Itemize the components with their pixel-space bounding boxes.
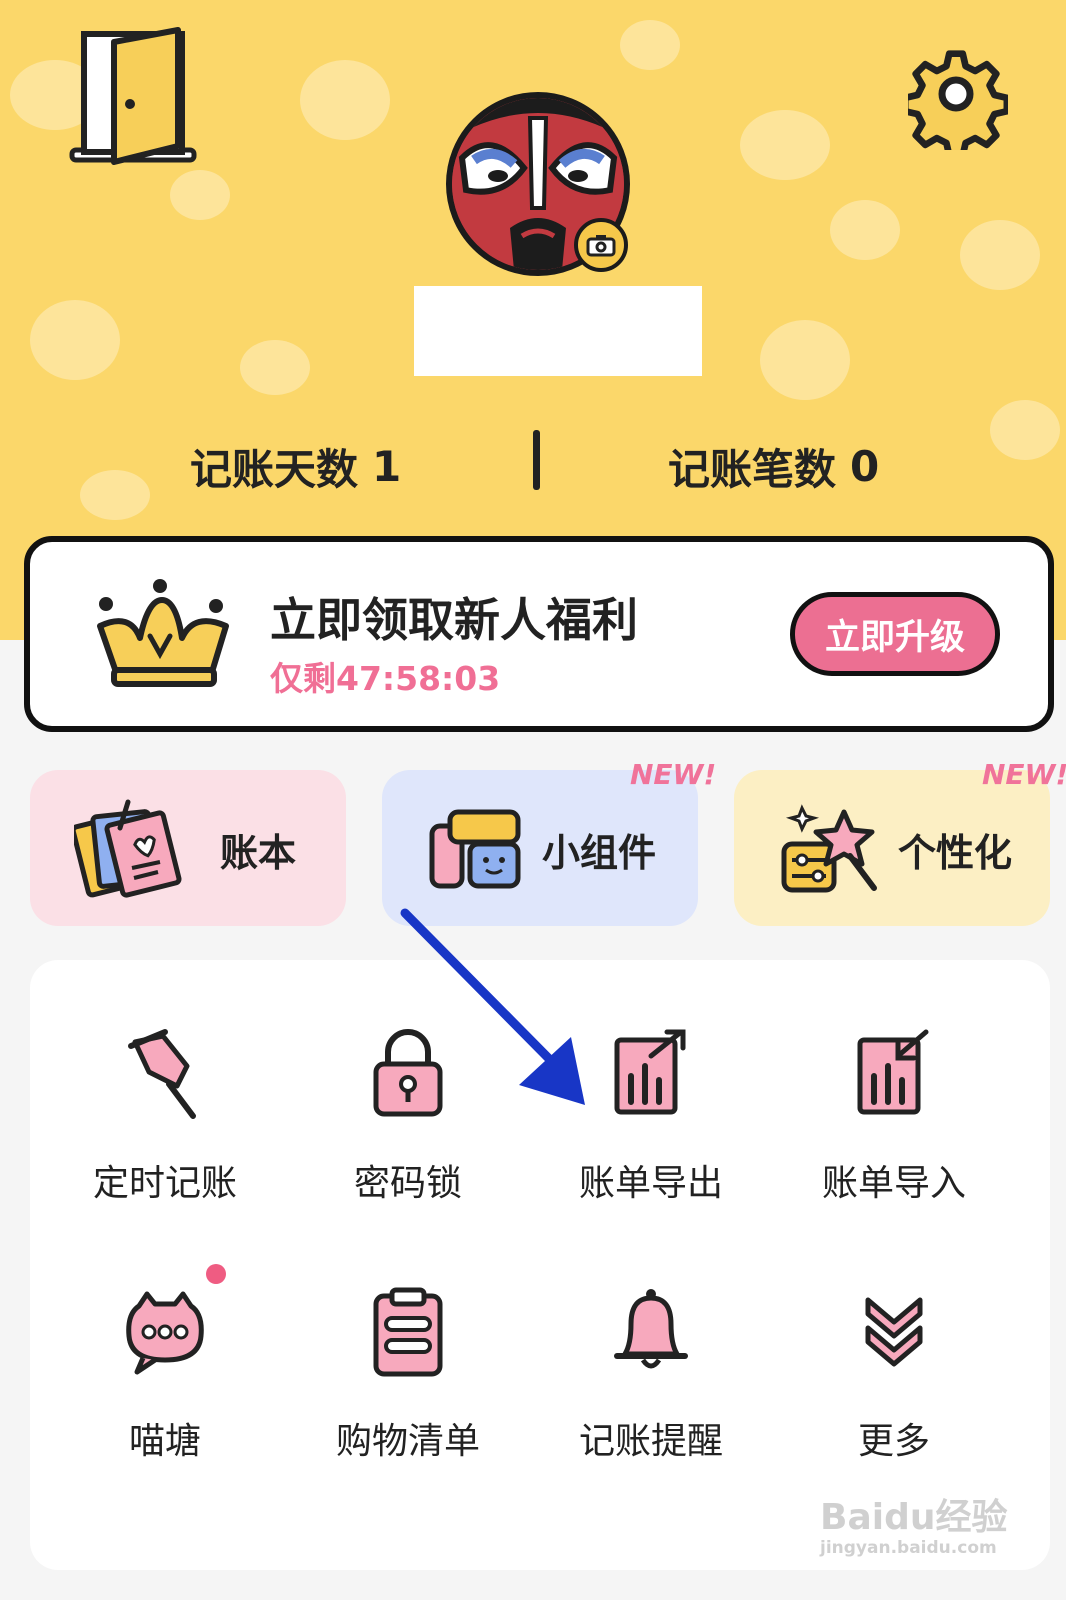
grid-item-import-bills[interactable]: 账单导入 — [769, 1026, 1019, 1246]
grid-item-shopping-list[interactable]: 购物清单 — [283, 1284, 533, 1504]
paw-decoration — [300, 60, 390, 140]
paw-decoration — [990, 400, 1060, 460]
grid-label: 喵塘 — [128, 1421, 201, 1462]
door-icon — [69, 27, 197, 165]
stat-divider — [533, 430, 540, 490]
camera-icon — [586, 235, 616, 257]
username-field — [414, 286, 702, 376]
new-badge: NEW! — [630, 758, 717, 791]
settings-button[interactable] — [901, 50, 1011, 159]
stat-record-count: 记账笔数 0 — [668, 436, 879, 497]
paw-decoration — [760, 320, 850, 400]
grid-item-record-reminder[interactable]: 记账提醒 — [526, 1284, 776, 1504]
export-chart-icon — [614, 1029, 686, 1115]
notification-dot — [206, 1264, 226, 1284]
paw-decoration — [620, 20, 680, 70]
watermark-url: jingyan.baidu.com — [820, 1538, 997, 1558]
paw-decoration — [830, 200, 900, 260]
new-badge: NEW! — [982, 758, 1066, 791]
feature-personalize[interactable]: 个性化 — [734, 770, 1050, 926]
grid-item-more[interactable]: 更多 — [769, 1284, 1019, 1504]
pushpin-icon — [128, 1029, 196, 1119]
feature-widget[interactable]: 小组件 — [382, 770, 698, 926]
paw-decoration — [170, 170, 230, 220]
padlock-icon — [373, 1029, 443, 1117]
grid-item-cat-pond[interactable]: 喵塘 — [40, 1284, 290, 1504]
grid-label: 账单导出 — [578, 1163, 723, 1204]
grid-label: 更多 — [857, 1421, 930, 1462]
baidu-watermark: Baidu经验 jingyan.baidu.com — [820, 1488, 1030, 1568]
stat-record-days: 记账天数 1 — [190, 436, 401, 497]
ledger-book-icon — [74, 799, 182, 898]
grid-item-password-lock[interactable]: 密码锁 — [283, 1026, 533, 1246]
paw-decoration — [240, 340, 310, 395]
stat-count-label: 记账笔数 — [668, 445, 837, 494]
personalize-star-icon — [781, 804, 877, 893]
feature-ledger[interactable]: 账本 — [30, 770, 346, 926]
grid-label: 账单导入 — [821, 1163, 966, 1204]
widget-icon — [429, 809, 521, 889]
grid-label: 购物清单 — [335, 1421, 480, 1462]
watermark-logo: Baidu经验 — [820, 1497, 1008, 1538]
grid-item-scheduled-record[interactable]: 定时记账 — [40, 1026, 290, 1246]
crown-icon — [97, 579, 229, 687]
tools-grid: 定时记账 密码锁 账单导出 账单导入 喵塘 购物清单 记账提醒 更多 — [30, 960, 1050, 1570]
gear-icon — [901, 50, 1011, 159]
clipboard-list-icon — [373, 1287, 443, 1377]
feature-ledger-label: 账本 — [220, 831, 297, 875]
stat-days-value: 1 — [372, 442, 402, 491]
paw-decoration — [80, 470, 150, 520]
change-avatar-button[interactable] — [574, 218, 628, 272]
grid-label: 密码锁 — [353, 1163, 462, 1204]
stat-days-label: 记账天数 — [190, 445, 359, 494]
cat-chat-icon — [126, 1291, 204, 1375]
paw-decoration — [30, 300, 120, 380]
promo-title: 立即领取新人福利 — [270, 593, 638, 647]
grid-label: 记账提醒 — [578, 1421, 723, 1462]
paw-decoration — [740, 110, 830, 180]
bell-icon — [614, 1289, 688, 1369]
stat-count-value: 0 — [850, 442, 880, 491]
grid-label: 定时记账 — [92, 1163, 237, 1204]
new-user-promo-card[interactable]: 立即领取新人福利 仅剩47:58:03 立即升级 — [24, 536, 1054, 732]
double-chevron-down-icon — [865, 1297, 923, 1367]
feature-widget-label: 小组件 — [542, 831, 657, 875]
promo-countdown: 仅剩47:58:03 — [270, 659, 501, 698]
exit-button[interactable] — [62, 22, 202, 172]
grid-item-export-bills[interactable]: 账单导出 — [526, 1026, 776, 1246]
upgrade-now-button[interactable]: 立即升级 — [790, 592, 1000, 676]
import-chart-icon — [857, 1029, 929, 1115]
paw-decoration — [960, 220, 1040, 290]
feature-personalize-label: 个性化 — [898, 831, 1013, 875]
